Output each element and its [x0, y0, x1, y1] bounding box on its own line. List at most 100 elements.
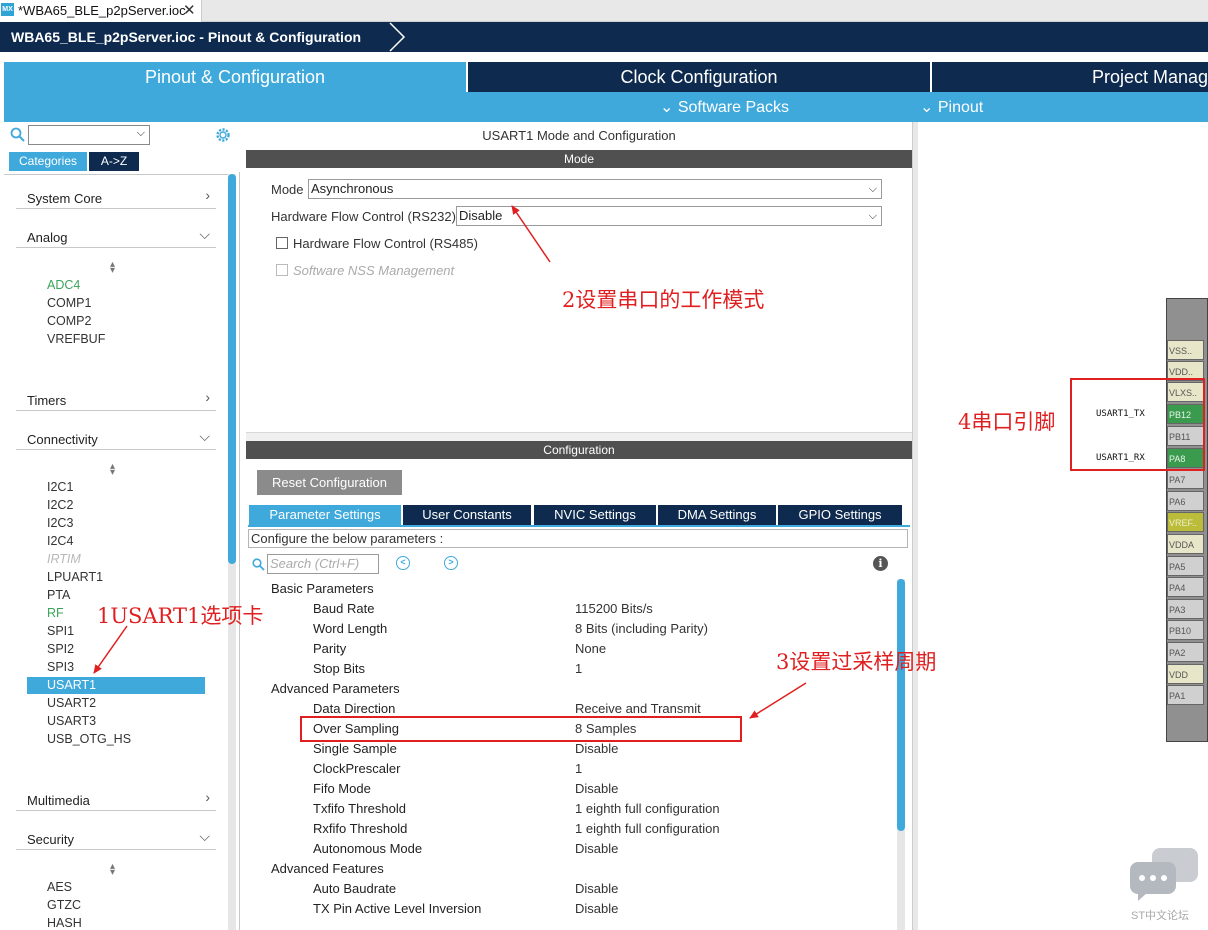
breadcrumb-title[interactable]: WBA65_BLE_p2pServer.ioc - Pinout & Confi…: [11, 29, 361, 45]
category-analog[interactable]: Analog ⌵: [16, 224, 216, 248]
peripheral-spi2[interactable]: SPI2: [47, 642, 74, 656]
peripheral-vrefbuf[interactable]: VREFBUF: [47, 332, 105, 346]
search-icon[interactable]: [10, 127, 25, 142]
param-value[interactable]: Disable: [575, 881, 618, 896]
param-value[interactable]: Receive and Transmit: [575, 701, 701, 716]
param-value[interactable]: 115200 Bits/s: [575, 601, 653, 616]
nss-checkbox[interactable]: [276, 264, 288, 276]
peripheral-comp2[interactable]: COMP2: [47, 314, 91, 328]
pin-vref[interactable]: VREF..: [1167, 512, 1204, 532]
peripheral-comp1[interactable]: COMP1: [47, 296, 91, 310]
param-value[interactable]: Disable: [575, 901, 618, 916]
param-name[interactable]: Data Direction: [313, 701, 395, 716]
mode-select[interactable]: Asynchronous ⌵: [308, 179, 882, 199]
pin-pa3[interactable]: PA3: [1167, 599, 1204, 619]
a-to-z-button[interactable]: A->Z: [89, 152, 139, 171]
param-name[interactable]: Autonomous Mode: [313, 841, 422, 856]
tab-dma-settings[interactable]: DMA Settings: [658, 505, 776, 525]
hw-flow-rs232-select[interactable]: Disable ⌵: [456, 206, 882, 226]
param-value[interactable]: 1: [575, 761, 582, 776]
pin-pa1[interactable]: PA1: [1167, 685, 1204, 705]
param-value[interactable]: None: [575, 641, 606, 656]
pin-pa5[interactable]: PA5: [1167, 556, 1204, 576]
category-system-core[interactable]: System Core ›: [16, 185, 216, 209]
peripheral-usart2[interactable]: USART2: [47, 696, 96, 710]
peripheral-gtzc[interactable]: GTZC: [47, 898, 81, 912]
param-name[interactable]: Stop Bits: [313, 661, 365, 676]
param-name[interactable]: ClockPrescaler: [313, 761, 400, 776]
rs485-checkbox[interactable]: [276, 237, 288, 249]
peripheral-usb-otg-hs[interactable]: USB_OTG_HS: [47, 732, 131, 746]
param-name[interactable]: TX Pin Active Level Inversion: [313, 901, 481, 916]
info-icon[interactable]: i: [873, 556, 888, 571]
param-value[interactable]: 1: [575, 661, 582, 676]
parameter-search-input[interactable]: Search (Ctrl+F): [267, 554, 379, 574]
param-value[interactable]: Disable: [575, 841, 618, 856]
param-name[interactable]: Baud Rate: [313, 601, 374, 616]
category-multimedia[interactable]: Multimedia ›: [16, 787, 216, 811]
param-name[interactable]: Auto Baudrate: [313, 881, 396, 896]
param-name[interactable]: Txfifo Threshold: [313, 801, 406, 816]
peripheral-aes[interactable]: AES: [47, 880, 72, 894]
pin-pa7[interactable]: PA7: [1167, 469, 1204, 489]
param-value[interactable]: Disable: [575, 781, 618, 796]
peripheral-i2c3[interactable]: I2C3: [47, 516, 73, 530]
param-value[interactable]: Disable: [575, 741, 618, 756]
pin-pa6[interactable]: PA6: [1167, 491, 1204, 511]
parameter-scrollbar-thumb[interactable]: [897, 579, 905, 831]
param-name[interactable]: Word Length: [313, 621, 387, 636]
sort-icon[interactable]: ▴ ▾: [110, 260, 115, 276]
peripheral-spi3[interactable]: SPI3: [47, 660, 74, 674]
peripheral-usart1[interactable]: USART1: [27, 677, 205, 694]
tab-pinout-configuration[interactable]: Pinout & Configuration: [4, 62, 466, 92]
category-connectivity[interactable]: Connectivity ⌵: [16, 426, 216, 450]
tab-user-constants[interactable]: User Constants: [403, 505, 531, 525]
software-packs-menu[interactable]: ⌄ Software Packs: [660, 97, 789, 117]
peripheral-adc4[interactable]: ADC4: [47, 278, 80, 292]
file-tab[interactable]: MX *WBA65_BLE_p2pServer.ioc ✕: [0, 0, 202, 22]
pin-vdd-2[interactable]: VDD: [1167, 664, 1204, 684]
categories-button[interactable]: Categories: [9, 152, 87, 171]
param-name[interactable]: Fifo Mode: [313, 781, 371, 796]
pin-pa2[interactable]: PA2: [1167, 642, 1204, 662]
peripheral-i2c1[interactable]: I2C1: [47, 480, 73, 494]
sort-icon[interactable]: ▴ ▾: [110, 862, 115, 878]
tab-parameter-settings[interactable]: Parameter Settings: [249, 505, 401, 525]
param-value[interactable]: 8 Bits (including Parity): [575, 621, 708, 636]
category-search-input[interactable]: ⌵: [28, 125, 150, 145]
param-value[interactable]: 1 eighth full configuration: [575, 801, 720, 816]
peripheral-spi1[interactable]: SPI1: [47, 624, 74, 638]
peripheral-irtim[interactable]: IRTIM: [47, 552, 81, 566]
pin-pa4[interactable]: PA4: [1167, 577, 1204, 597]
param-name[interactable]: Rxfifo Threshold: [313, 821, 407, 836]
tab-clock-configuration[interactable]: Clock Configuration: [468, 62, 930, 92]
pin-vdda[interactable]: VDDA: [1167, 534, 1204, 554]
pinout-menu[interactable]: ⌄ Pinout: [920, 97, 983, 117]
reset-configuration-button[interactable]: Reset Configuration: [257, 470, 402, 495]
previous-match-icon[interactable]: <: [396, 556, 410, 570]
tab-gpio-settings[interactable]: GPIO Settings: [778, 505, 902, 525]
tab-nvic-settings[interactable]: NVIC Settings: [534, 505, 656, 525]
peripheral-i2c2[interactable]: I2C2: [47, 498, 73, 512]
tab-project-manager[interactable]: Project Manag: [932, 62, 1208, 92]
category-scrollbar-thumb[interactable]: [228, 174, 236, 564]
group-advanced-features[interactable]: Advanced Features: [271, 861, 384, 876]
sort-icon[interactable]: ▴ ▾: [110, 462, 115, 478]
param-value[interactable]: 1 eighth full configuration: [575, 821, 720, 836]
next-match-icon[interactable]: >: [444, 556, 458, 570]
param-name[interactable]: Parity: [313, 641, 346, 656]
group-advanced-parameters[interactable]: Advanced Parameters: [271, 681, 400, 696]
peripheral-usart3[interactable]: USART3: [47, 714, 96, 728]
peripheral-rf[interactable]: RF: [47, 606, 64, 620]
param-name[interactable]: Single Sample: [313, 741, 397, 756]
peripheral-pta[interactable]: PTA: [47, 588, 70, 602]
category-security[interactable]: Security ⌵: [16, 826, 216, 850]
close-icon[interactable]: ✕: [183, 1, 196, 19]
category-timers[interactable]: Timers ›: [16, 387, 216, 411]
pin-pb10[interactable]: PB10: [1167, 620, 1204, 640]
pin-vss[interactable]: VSS..: [1167, 340, 1204, 360]
peripheral-lpuart1[interactable]: LPUART1: [47, 570, 103, 584]
peripheral-hash[interactable]: HASH: [47, 916, 82, 930]
group-basic-parameters[interactable]: Basic Parameters: [271, 581, 374, 596]
peripheral-i2c4[interactable]: I2C4: [47, 534, 73, 548]
